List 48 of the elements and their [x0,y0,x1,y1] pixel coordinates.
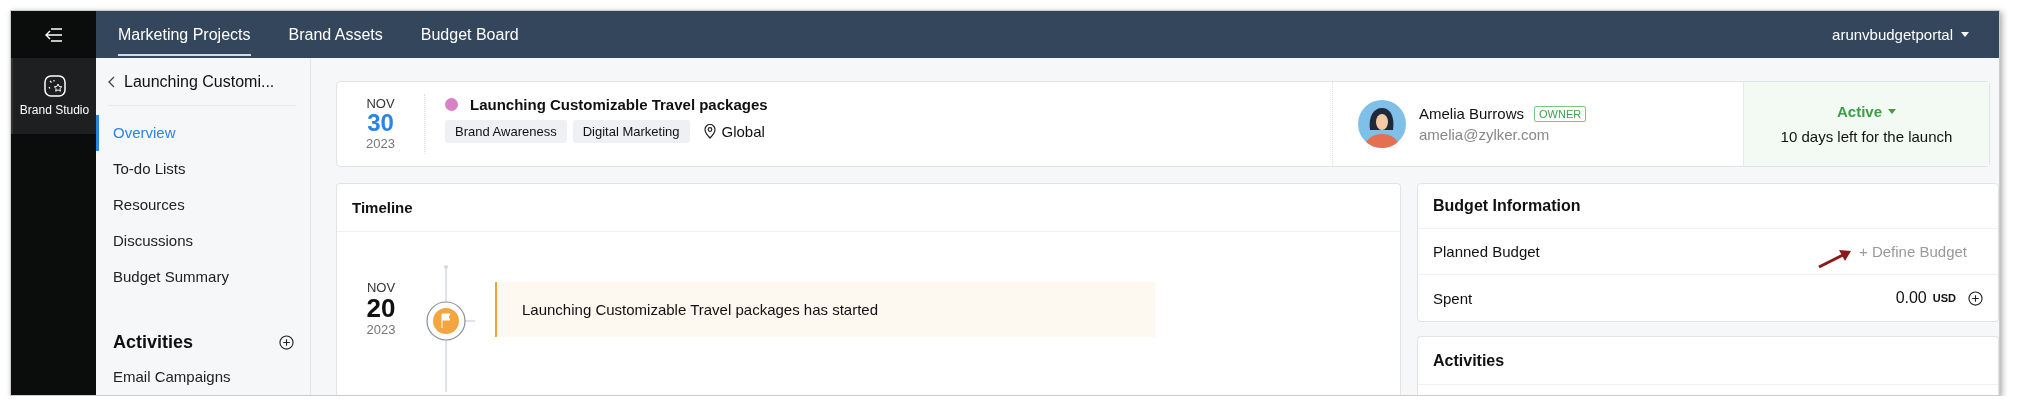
add-icon[interactable] [279,334,294,350]
status-dot [445,98,458,111]
add-icon[interactable] [1968,290,1983,306]
app-switcher-item[interactable]: Brand Studio [11,58,96,134]
sidebar-item[interactable]: Overview [96,115,310,151]
annotation-arrow [1817,248,1853,269]
sidebar-item[interactable]: To-do Lists [96,151,310,187]
card-title: Activities [1433,351,1505,370]
avatar [1358,100,1406,148]
location-text: Global [721,123,765,140]
owner-name: Amelia Burrows [1419,105,1525,122]
collapse-menu-icon[interactable] [44,27,63,42]
sidebar-item[interactable]: Email Campaigns [96,359,310,395]
back-link[interactable]: Launching Customi... [108,58,296,106]
sidebar-item[interactable]: Discussions [96,223,310,259]
date-day: 30 [367,110,394,135]
nav-tab[interactable]: Brand Assets [288,13,383,56]
card-title: Budget Information [1433,197,1581,215]
caret-icon [1961,32,1969,37]
nav-tab[interactable]: Budget Board [420,13,519,56]
spent-amount: 0.00 [1895,289,1927,307]
sidebar-item[interactable]: Budget Summary [96,259,310,295]
project-name: Launching Customi... [124,72,275,91]
tag: Digital Marketing [572,120,690,143]
project-title: Launching Customizable Travel packages [470,96,768,113]
app-label: Brand Studio [19,103,90,117]
location-pin-icon [703,124,716,139]
date-month: NOV [366,280,396,295]
currency-code: USD [1932,292,1956,304]
star-badge-icon [43,75,66,97]
account-menu[interactable]: arunvbudgetportal [1832,26,1969,43]
owner-email: amelia@zylker.com [1419,126,1551,143]
nav-tab[interactable]: Marketing Projects [118,13,251,56]
date-year: 2023 [366,321,396,339]
section-heading: Activities [113,331,194,353]
date-year: 2023 [366,134,395,153]
date-month: NOV [366,95,395,111]
budget-label: Spent [1433,289,1474,307]
budget-label: Planned Budget [1433,243,1541,260]
sidebar-item[interactable]: Resources [96,187,310,223]
role-badge: OWNER [1534,105,1587,122]
caret-icon [1888,109,1896,114]
date-day: 20 [366,295,396,321]
back-chevron-icon [108,75,115,88]
tag: Brand Awareness [445,120,567,143]
timeline-event: Launching Customizable Travel packages has started [495,282,1155,337]
launch-countdown: 10 days left for the launch [1780,128,1953,145]
card-title: Timeline [352,199,413,216]
